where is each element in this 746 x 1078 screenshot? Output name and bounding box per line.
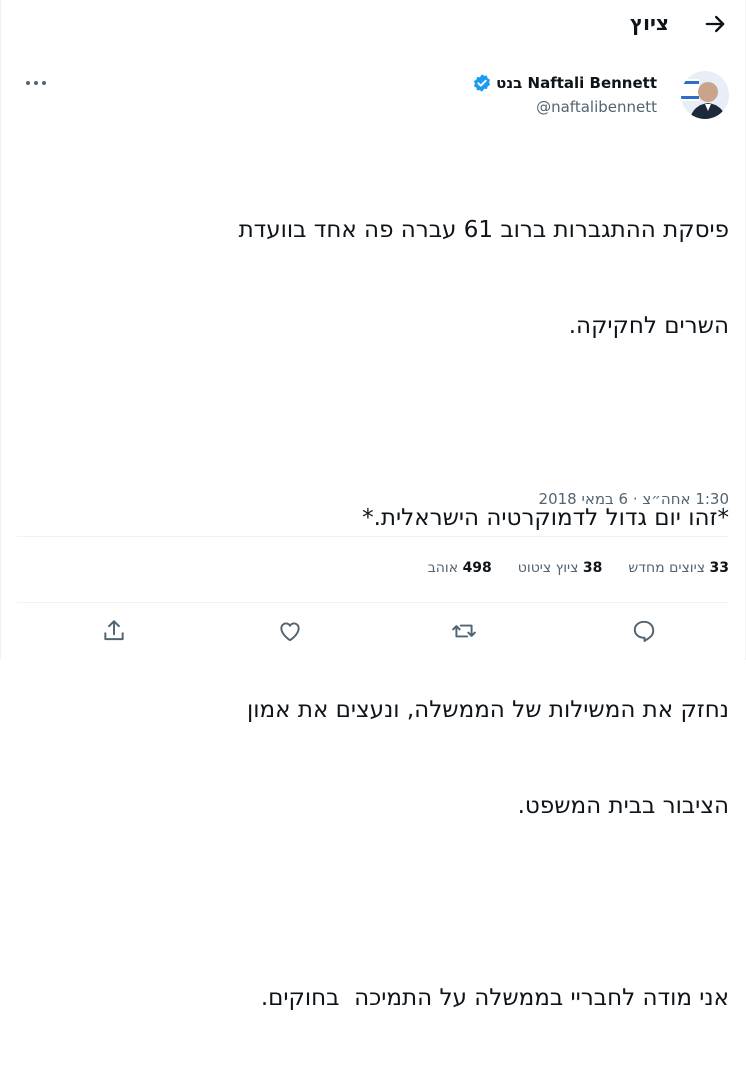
tweet-stats: 33 ציוצים מחדש 38 ציוץ ציטוט 498 אוהב bbox=[428, 560, 729, 576]
like-button[interactable] bbox=[277, 618, 303, 644]
retweets-stat[interactable]: 33 ציוצים מחדש bbox=[628, 560, 729, 576]
divider bbox=[17, 536, 729, 537]
page-title: ציוץ bbox=[629, 11, 669, 35]
tweet-line bbox=[19, 886, 729, 918]
like-icon bbox=[280, 622, 300, 642]
likes-count: 498 bbox=[462, 560, 492, 576]
top-bar: ציוץ bbox=[1, 0, 746, 48]
share-button[interactable] bbox=[101, 618, 127, 644]
tweet-line bbox=[19, 406, 729, 438]
quote-tweets-label: ציוץ ציטוט bbox=[517, 560, 579, 576]
retweets-label: ציוצים מחדש bbox=[628, 560, 706, 576]
retweet-button[interactable] bbox=[451, 618, 477, 644]
verified-badge-icon bbox=[472, 73, 492, 93]
likes-label: אוהב bbox=[427, 560, 459, 576]
author-name[interactable]: Naftali Bennett בנט bbox=[496, 74, 657, 92]
tweet-detail-page: ציוץ Naftali Bennett בנט @naftalibennett bbox=[0, 0, 746, 1011]
author-handle[interactable]: @naftalibennett bbox=[536, 98, 657, 116]
tweet-line: הציבור בבית המשפט. bbox=[517, 793, 729, 819]
likes-stat[interactable]: 498 אוהב bbox=[428, 560, 492, 576]
tweet-line: אני מודה לחבריי בממשלה על התמיכה בחוקים. bbox=[260, 985, 729, 1011]
reply-button[interactable] bbox=[631, 618, 657, 644]
quote-tweets-stat[interactable]: 38 ציוץ ציטוט bbox=[518, 560, 603, 576]
quote-tweets-count: 38 bbox=[582, 560, 603, 576]
divider bbox=[17, 602, 729, 603]
tweet-timestamp[interactable]: 1:30 אחה״צ · 6 במאי 2018 bbox=[539, 490, 729, 508]
tweet-line: פיסקת ההתגברות ברוב 61 עברה פה אחד בוועד… bbox=[238, 217, 729, 243]
author-name-row[interactable]: Naftali Bennett בנט bbox=[472, 73, 657, 93]
more-options-icon bbox=[26, 81, 46, 85]
retweet-icon bbox=[452, 624, 476, 638]
tweet-line: השרים לחקיקה. bbox=[568, 313, 729, 339]
avatar[interactable] bbox=[681, 71, 729, 119]
back-arrow-icon bbox=[705, 15, 725, 33]
more-options-button[interactable] bbox=[25, 76, 47, 90]
tweet-actions bbox=[1, 612, 746, 650]
retweets-count: 33 bbox=[709, 560, 729, 576]
tweet-line: נחזק את המשילות של הממשלה, ונעצים את אמו… bbox=[246, 697, 729, 723]
back-button[interactable] bbox=[701, 10, 729, 38]
share-icon bbox=[104, 620, 124, 641]
reply-icon bbox=[633, 620, 655, 642]
